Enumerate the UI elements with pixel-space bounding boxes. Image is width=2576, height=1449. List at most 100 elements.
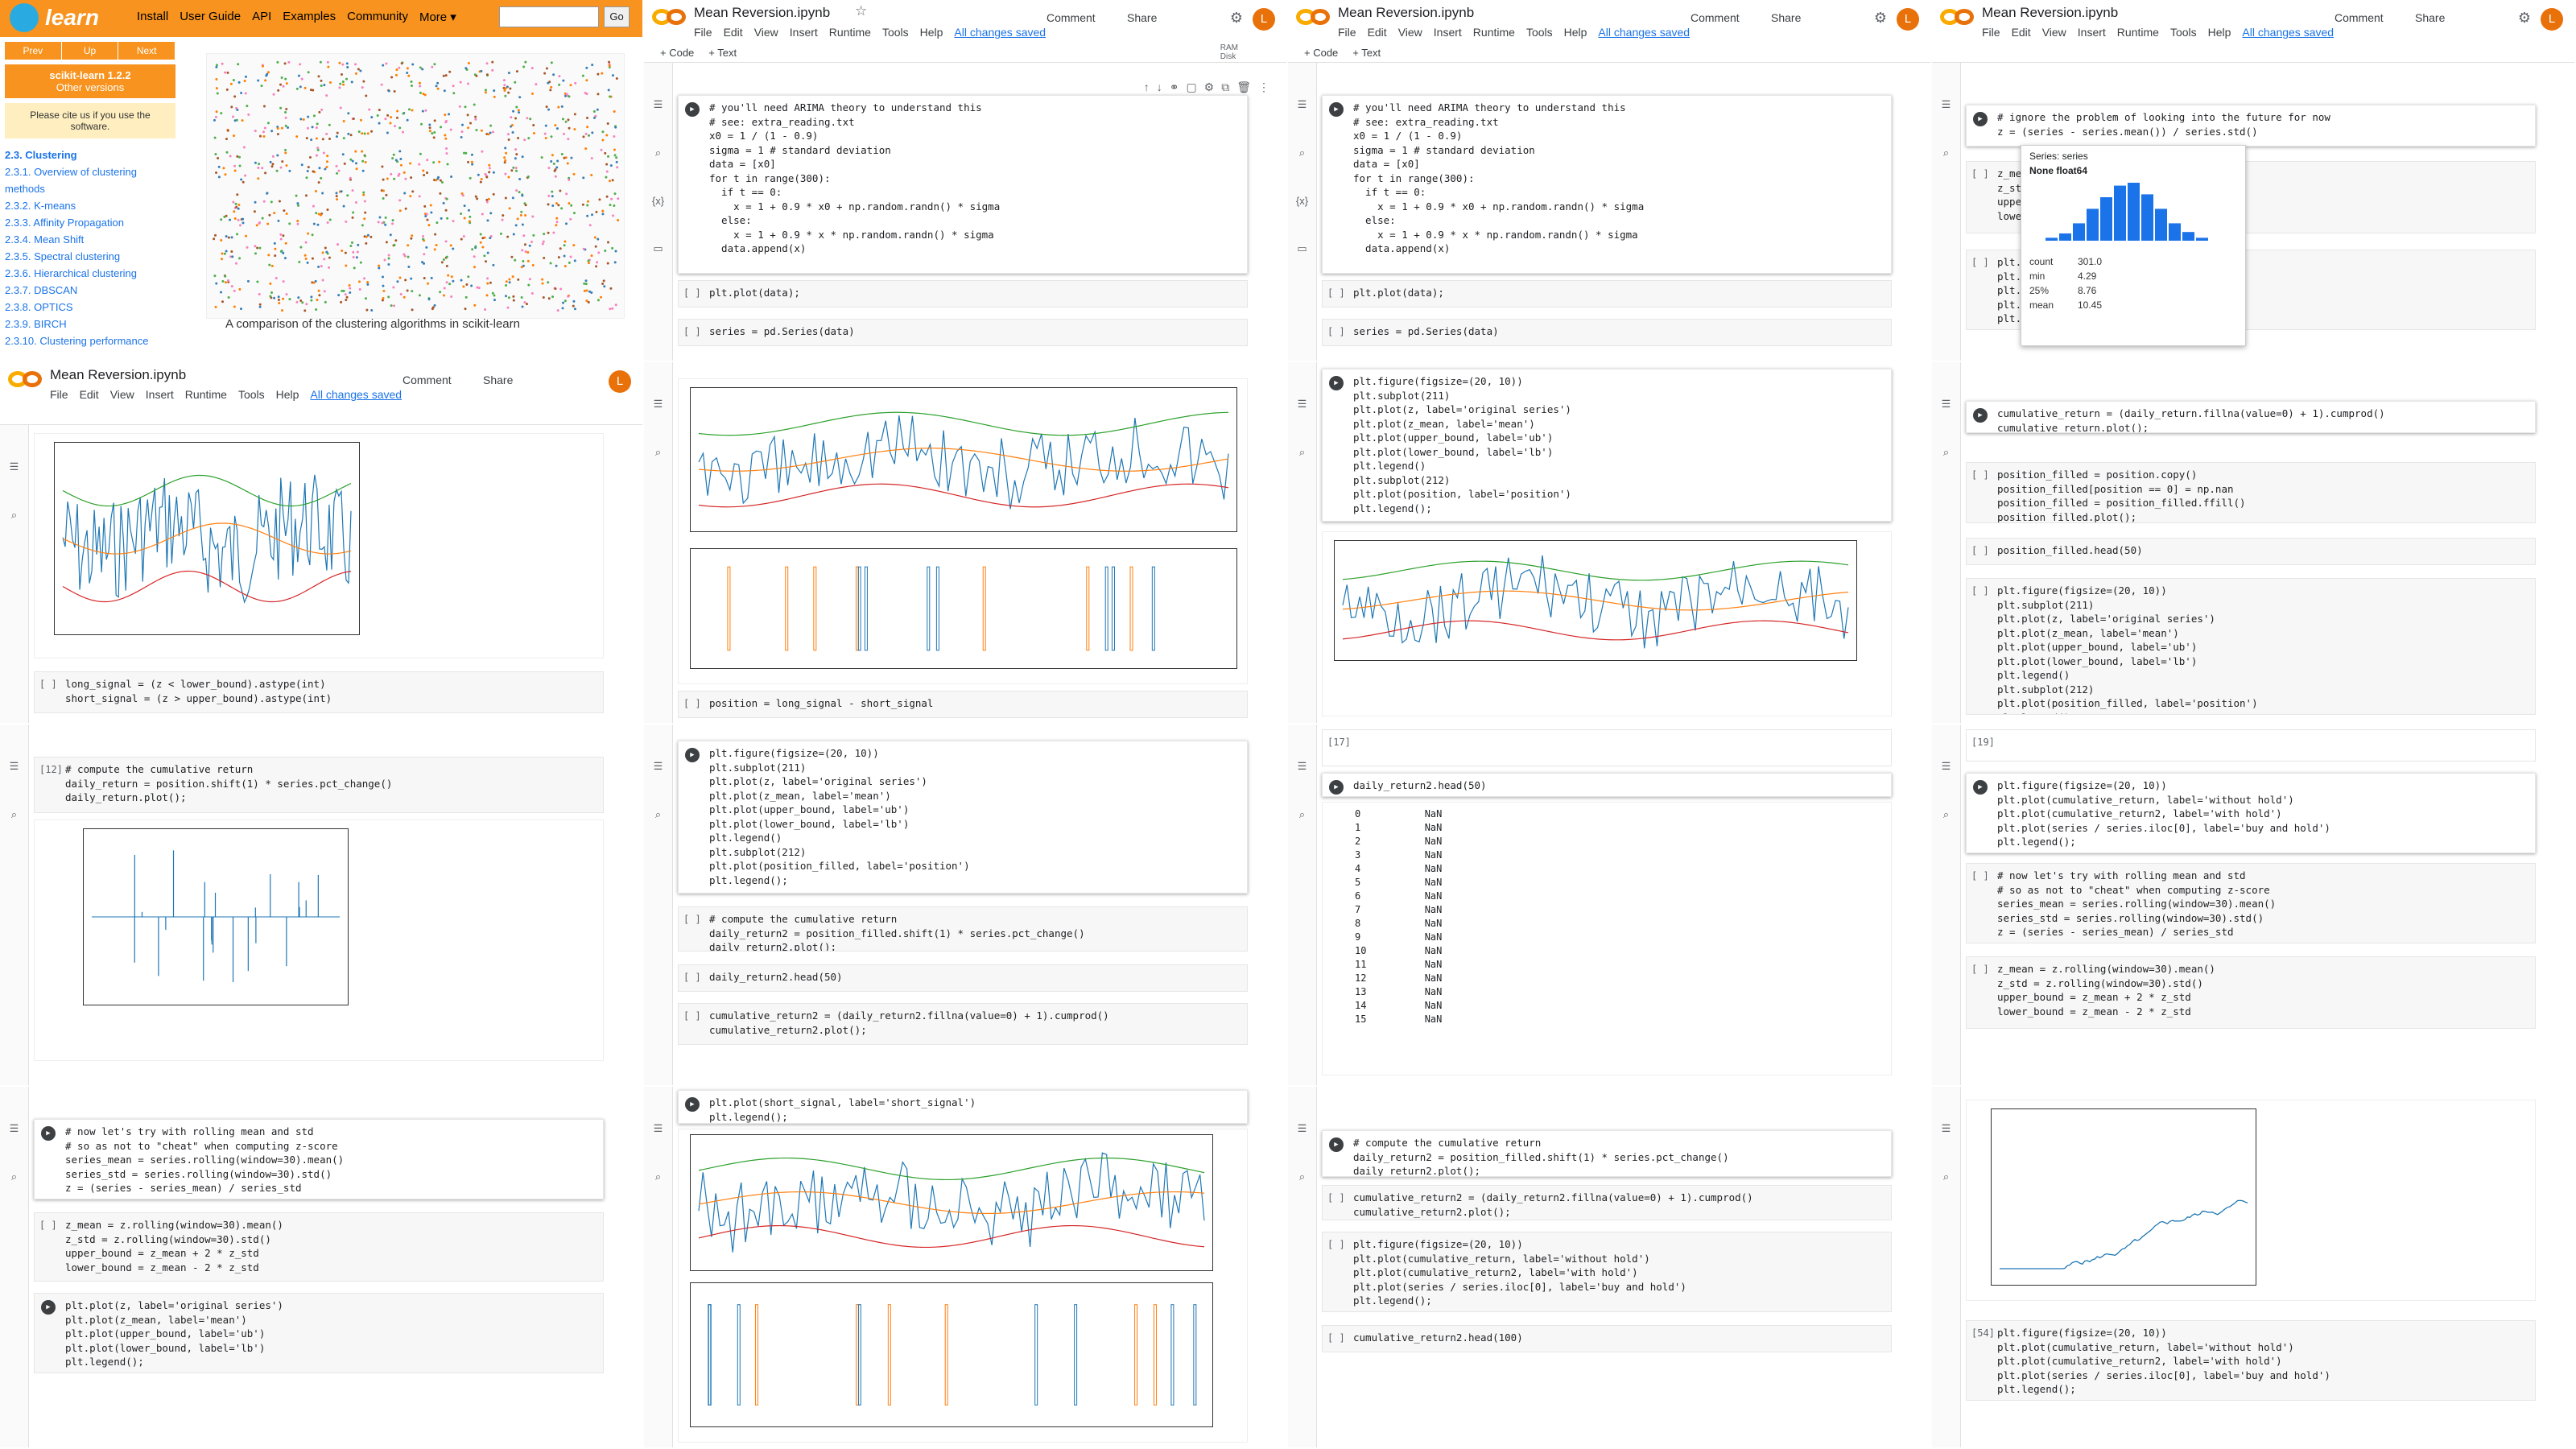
gear-icon[interactable]: ⚙: [1874, 10, 1887, 27]
search-icon[interactable]: ⌕: [1288, 147, 1316, 159]
menu-insert[interactable]: Insert: [2078, 26, 2106, 39]
toc-item[interactable]: 2.3.7. DBSCAN: [5, 282, 175, 299]
run-button[interactable]: ▶: [1973, 112, 1988, 126]
variables-icon[interactable]: {x}: [644, 195, 672, 207]
code-cell-series[interactable]: [ ] series = pd.Series(data): [678, 319, 1248, 346]
menu-runtime[interactable]: Runtime: [829, 26, 871, 39]
other-versions-link[interactable]: Other versions: [56, 81, 125, 93]
code-cell-shortplot[interactable]: ▶ plt.plot(short_signal, label='short_sig…: [678, 1090, 1248, 1124]
code-cell-figsub[interactable]: ▶ plt.figure(figsize=(20, 10)) plt.subplo…: [1322, 369, 1892, 522]
menu-file[interactable]: File: [50, 388, 68, 401]
toc-item[interactable]: 2.3.4. Mean Shift: [5, 231, 175, 248]
code-cell-bounds[interactable]: [ ] z_mean = z.rolling(window=30).mean() …: [1966, 956, 2536, 1029]
run-button[interactable]: ▶: [1973, 780, 1988, 795]
comment-button[interactable]: Comment: [1046, 11, 1096, 24]
menu-file[interactable]: File: [1982, 26, 2000, 39]
menu-tools[interactable]: Tools: [2170, 26, 2197, 39]
menu-view[interactable]: View: [754, 26, 778, 39]
search-icon[interactable]: ⌕: [644, 808, 672, 821]
search-icon[interactable]: ⌕: [1288, 808, 1316, 821]
files-icon[interactable]: ▭: [1288, 242, 1316, 255]
toc-item[interactable]: 2.3.1. Overview of clustering methods: [5, 163, 175, 197]
code-cell-signals[interactable]: [ ] long_signal = (z < lower_bound).astyp…: [34, 671, 604, 713]
code-cell-poshead[interactable]: [ ] position_filled.head(50): [1966, 538, 2536, 565]
toc-icon[interactable]: ☰: [1288, 98, 1316, 111]
add-code-button[interactable]: + Code: [1304, 47, 1338, 59]
menu-runtime[interactable]: Runtime: [185, 388, 227, 401]
files-icon[interactable]: ▭: [644, 242, 672, 255]
code-cell-fig2[interactable]: ▶ plt.figure(figsize=(20, 10)) plt.subplo…: [678, 741, 1248, 894]
add-code-button[interactable]: + Code: [660, 47, 694, 59]
code-cell-compare[interactable]: [ ] plt.figure(figsize=(20, 10)) plt.plot…: [1322, 1232, 1892, 1312]
search-icon[interactable]: ⌕: [0, 808, 28, 821]
colab-logo-icon[interactable]: [8, 369, 43, 390]
menu-file[interactable]: File: [694, 26, 712, 39]
star-icon[interactable]: ☆: [855, 3, 867, 19]
code-cell-zscore[interactable]: ▶ # ignore the problem of looking into th…: [1966, 105, 2536, 147]
menu-edit[interactable]: Edit: [80, 388, 99, 401]
menu-insert[interactable]: Insert: [790, 26, 818, 39]
colab-logo-icon[interactable]: [1940, 6, 1975, 27]
code-cell-fig2[interactable]: [ ] plt.figure(figsize=(20, 10)) plt.subp…: [1966, 578, 2536, 715]
code-cell-cum2[interactable]: [ ] cumulative_return2 = (daily_return2.f…: [1322, 1185, 1892, 1220]
saved-status[interactable]: All changes saved: [1598, 26, 1690, 39]
code-cell-arima[interactable]: ▶ # you'll need ARIMA theory to understan…: [678, 95, 1248, 274]
toc-icon[interactable]: ☰: [644, 98, 672, 111]
nav-community[interactable]: Community: [347, 10, 408, 24]
code-cell-plot-data[interactable]: [ ] plt.plot(data);: [678, 280, 1248, 308]
gear-icon[interactable]: ⚙: [2518, 10, 2531, 27]
notebook-title[interactable]: Mean Reversion.ipynb: [694, 5, 830, 21]
menu-view[interactable]: View: [110, 388, 134, 401]
menu-view[interactable]: View: [1398, 26, 1422, 39]
menu-view[interactable]: View: [2042, 26, 2066, 39]
nav-examples[interactable]: Examples: [283, 10, 336, 24]
toc-icon[interactable]: ☰: [1932, 98, 1960, 111]
gear-icon[interactable]: ⚙: [1230, 10, 1243, 27]
code-cell-compare[interactable]: [54] plt.figure(figsize=(20, 10)) plt.plo…: [1966, 1320, 2536, 1401]
run-button[interactable]: ▶: [1329, 376, 1344, 390]
menu-edit[interactable]: Edit: [724, 26, 743, 39]
menu-help[interactable]: Help: [920, 26, 943, 39]
code-cell-bounds[interactable]: [ ] z_mean = z.rolling(window=30).mean() …: [34, 1212, 604, 1282]
code-cell-rolling[interactable]: ▶ # now let's try with rolling mean and s…: [34, 1119, 604, 1199]
search-icon[interactable]: ⌕: [1288, 1170, 1316, 1183]
toc-item[interactable]: 2.3. Clustering: [5, 147, 175, 163]
add-text-button[interactable]: + Text: [708, 47, 737, 59]
toc-icon[interactable]: ☰: [0, 460, 28, 473]
run-button[interactable]: ▶: [1329, 1137, 1344, 1152]
nav-more[interactable]: More ▾: [419, 10, 456, 24]
code-cell-plot-data[interactable]: [ ] plt.plot(data);: [1322, 280, 1892, 308]
menu-edit[interactable]: Edit: [1368, 26, 1387, 39]
menu-help[interactable]: Help: [1564, 26, 1587, 39]
run-button[interactable]: ▶: [685, 1097, 700, 1112]
menu-runtime[interactable]: Runtime: [1473, 26, 1515, 39]
menu-file[interactable]: File: [1338, 26, 1356, 39]
toc-item[interactable]: 2.3.8. OPTICS: [5, 299, 175, 316]
menu-insert[interactable]: Insert: [146, 388, 174, 401]
next-button[interactable]: Next: [118, 42, 176, 60]
share-button[interactable]: Share: [1127, 11, 1157, 24]
prev-button[interactable]: Prev: [5, 42, 62, 60]
toc-icon[interactable]: ☰: [1288, 1122, 1316, 1135]
variables-icon[interactable]: {x}: [1288, 195, 1316, 207]
add-text-button[interactable]: + Text: [1352, 47, 1381, 59]
code-cell-cumret[interactable]: ▶ cumulative_return = (daily_return.filln…: [1966, 401, 2536, 433]
menu-help[interactable]: Help: [2208, 26, 2231, 39]
avatar[interactable]: L: [609, 370, 631, 393]
run-button[interactable]: ▶: [1329, 780, 1344, 795]
resources-indicator[interactable]: RAM Disk: [1220, 43, 1238, 61]
toc-icon[interactable]: ☰: [0, 1122, 28, 1135]
colab-logo-icon[interactable]: [652, 6, 687, 27]
search-icon[interactable]: ⌕: [1932, 808, 1960, 821]
code-cell-rolling[interactable]: [ ] # now let's try with rolling mean and…: [1966, 863, 2536, 943]
menu-tools[interactable]: Tools: [238, 388, 265, 401]
code-cell-compare[interactable]: ▶ plt.figure(figsize=(20, 10)) plt.plot(c…: [1966, 773, 2536, 853]
comment-button[interactable]: Comment: [1690, 11, 1740, 24]
toc-icon[interactable]: ☰: [644, 760, 672, 773]
menu-insert[interactable]: Insert: [1434, 26, 1462, 39]
nav-install[interactable]: Install: [137, 10, 168, 24]
toc-icon[interactable]: ☰: [1288, 760, 1316, 773]
toc-item[interactable]: 2.3.6. Hierarchical clustering: [5, 265, 175, 282]
share-button[interactable]: Share: [483, 374, 513, 386]
menu-tools[interactable]: Tools: [882, 26, 909, 39]
